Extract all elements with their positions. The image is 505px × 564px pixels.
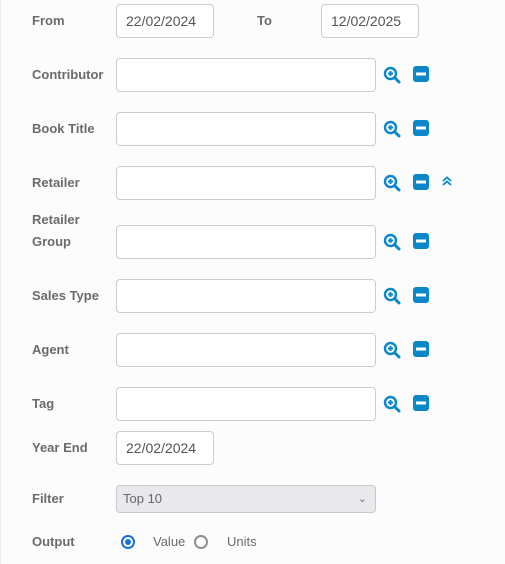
filter-selected-value: Top 10 bbox=[123, 491, 163, 506]
retailer-group-input[interactable] bbox=[116, 225, 376, 259]
output-units-radio[interactable] bbox=[194, 535, 208, 549]
output-value-radio[interactable] bbox=[121, 535, 135, 549]
output-label: Output bbox=[32, 534, 75, 549]
filter-select[interactable]: Top 10 ⌄ bbox=[116, 485, 376, 513]
agent-search-icon[interactable] bbox=[383, 341, 401, 359]
retailer-label: Retailer bbox=[32, 175, 80, 190]
retailer-remove-icon[interactable] bbox=[412, 173, 430, 191]
retailer-group-remove-icon[interactable] bbox=[412, 232, 430, 250]
contributor-label: Contributor bbox=[32, 67, 104, 82]
retailer-group-label-line2: Group bbox=[32, 234, 71, 249]
collapse-double-chevron-up-icon[interactable] bbox=[440, 174, 454, 188]
filter-label: Filter bbox=[32, 491, 64, 506]
tag-remove-icon[interactable] bbox=[412, 394, 430, 412]
year-end-label: Year End bbox=[32, 440, 88, 455]
book-title-label: Book Title bbox=[32, 121, 95, 136]
sales-type-search-icon[interactable] bbox=[383, 287, 401, 305]
from-date-input[interactable] bbox=[116, 4, 214, 38]
tag-search-icon[interactable] bbox=[383, 395, 401, 413]
contributor-search-icon[interactable] bbox=[383, 66, 401, 84]
retailer-group-search-icon[interactable] bbox=[383, 233, 401, 251]
to-label: To bbox=[257, 13, 272, 28]
agent-remove-icon[interactable] bbox=[412, 340, 430, 358]
agent-input[interactable] bbox=[116, 333, 376, 367]
book-title-remove-icon[interactable] bbox=[412, 119, 430, 137]
contributor-remove-icon[interactable] bbox=[412, 65, 430, 83]
left-border bbox=[0, 0, 1, 564]
sales-type-input[interactable] bbox=[116, 279, 376, 313]
output-value-label: Value bbox=[153, 534, 186, 549]
tag-label: Tag bbox=[32, 396, 55, 411]
book-title-input[interactable] bbox=[116, 112, 376, 146]
agent-label: Agent bbox=[32, 342, 69, 357]
sales-type-remove-icon[interactable] bbox=[412, 286, 430, 304]
year-end-date-input[interactable] bbox=[116, 431, 214, 465]
to-date-input[interactable] bbox=[321, 4, 419, 38]
sales-type-label: Sales Type bbox=[32, 288, 99, 303]
retailer-group-label-line1: Retailer bbox=[32, 212, 80, 227]
retailer-search-icon[interactable] bbox=[383, 174, 401, 192]
output-units-label: Units bbox=[227, 534, 257, 549]
book-title-search-icon[interactable] bbox=[383, 120, 401, 138]
retailer-input[interactable] bbox=[116, 166, 376, 200]
contributor-input[interactable] bbox=[116, 58, 376, 92]
from-label: From bbox=[32, 13, 65, 28]
tag-input[interactable] bbox=[116, 387, 376, 421]
chevron-down-icon: ⌄ bbox=[357, 493, 367, 505]
